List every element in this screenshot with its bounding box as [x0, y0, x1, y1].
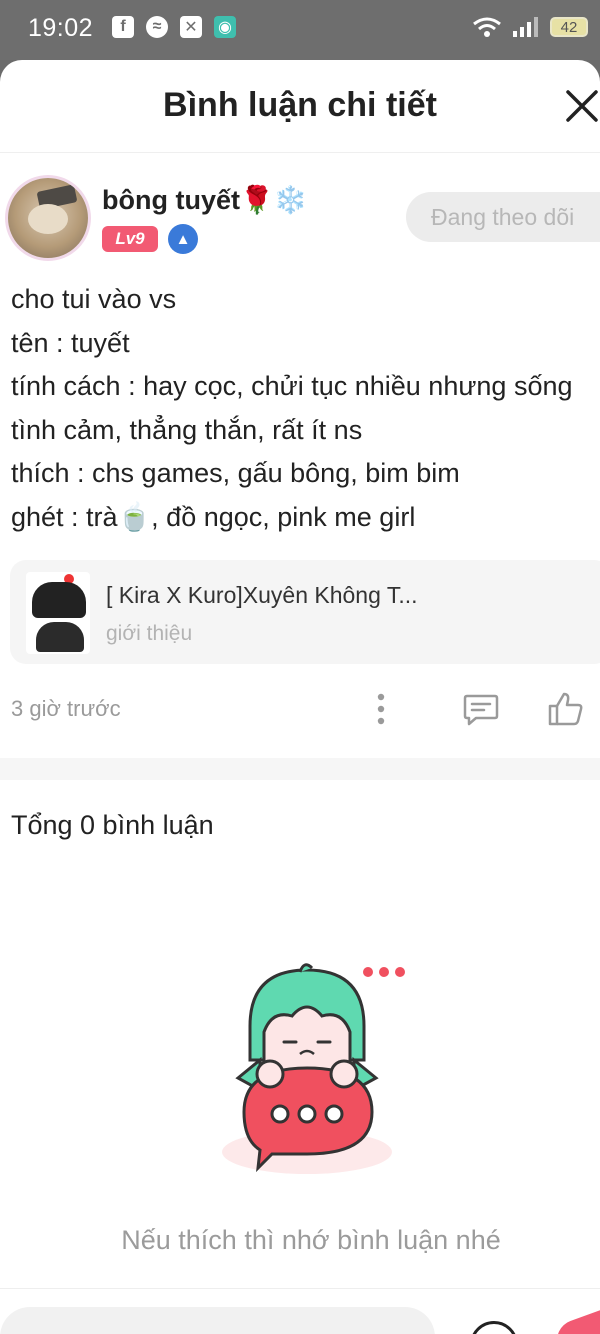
- like-icon[interactable]: [546, 690, 584, 728]
- post-line: ghét : trà🍵, đồ ngọc, pink me girl: [11, 501, 416, 532]
- wifi-icon: [473, 17, 501, 37]
- post-line: cho tui vào vs: [11, 284, 177, 314]
- post-line: tên : tuyết: [11, 327, 130, 358]
- page-title: Bình luận chi tiết: [163, 86, 437, 124]
- following-button[interactable]: Đang theo dõi: [406, 192, 600, 242]
- facebook-icon: f: [112, 16, 134, 38]
- total-comments-label: Tổng 0 bình luận: [11, 810, 214, 840]
- post-line: tính cách : hay cọc, chửi tục nhiều nhưn…: [11, 371, 573, 401]
- messenger-icon: ≈: [146, 16, 168, 38]
- post-meta-row: 3 giờ trước: [0, 690, 600, 730]
- status-time: 19:02: [28, 14, 94, 42]
- empty-comments-mascot-icon: [222, 963, 405, 1174]
- status-notification-icons: f ≈ ✕ ◉: [112, 16, 236, 38]
- battery-icon: 42: [550, 17, 588, 37]
- send-button[interactable]: [551, 1300, 600, 1334]
- author-row: bông tuyết🌹❄️ Lv9 ▲ Đang theo dõi: [0, 178, 600, 268]
- emoji-icon[interactable]: [470, 1321, 518, 1334]
- close-icon[interactable]: [564, 88, 600, 124]
- level-badge: Lv9: [102, 226, 158, 252]
- app-icon: ◉: [214, 16, 236, 38]
- book-link-card[interactable]: [ Kira X Kuro]Xuyên Không T... giới thiệ…: [10, 560, 600, 664]
- section-divider: [0, 758, 600, 780]
- status-bar: 19:02 f ≈ ✕ ◉ 42: [0, 0, 600, 60]
- avatar[interactable]: [8, 178, 88, 258]
- post-timestamp: 3 giờ trước: [11, 696, 121, 721]
- comment-icon[interactable]: [462, 692, 500, 728]
- book-cover: [26, 572, 90, 654]
- post-line: tình cảm, thẳng thắn, rất ít ns: [11, 414, 363, 445]
- book-title: [ Kira X Kuro]Xuyên Không T...: [106, 582, 418, 608]
- post-content: cho tui vào vs tên : tuyết tính cách : h…: [11, 278, 600, 539]
- book-subtitle: giới thiệu: [106, 622, 193, 645]
- comment-detail-sheet: Bình luận chi tiết bông tuyết🌹❄️ Lv9 ▲ Đ…: [0, 60, 600, 1334]
- status-system-icons: 42: [472, 16, 588, 38]
- more-options-icon[interactable]: [368, 690, 394, 730]
- comment-input[interactable]: [0, 1307, 435, 1334]
- signal-icon: [513, 17, 538, 37]
- author-name[interactable]: bông tuyết🌹❄️: [102, 184, 307, 216]
- comment-input-bar: [0, 1288, 600, 1334]
- empty-comments-message: Nếu thích thì nhớ bình luận nhé: [121, 1225, 501, 1255]
- sheet-header: Bình luận chi tiết: [0, 60, 600, 153]
- verified-badge-icon: ▲: [168, 224, 198, 254]
- capcut-icon: ✕: [180, 16, 202, 38]
- post-line: thích : chs games, gấu bông, bim bim: [11, 458, 460, 488]
